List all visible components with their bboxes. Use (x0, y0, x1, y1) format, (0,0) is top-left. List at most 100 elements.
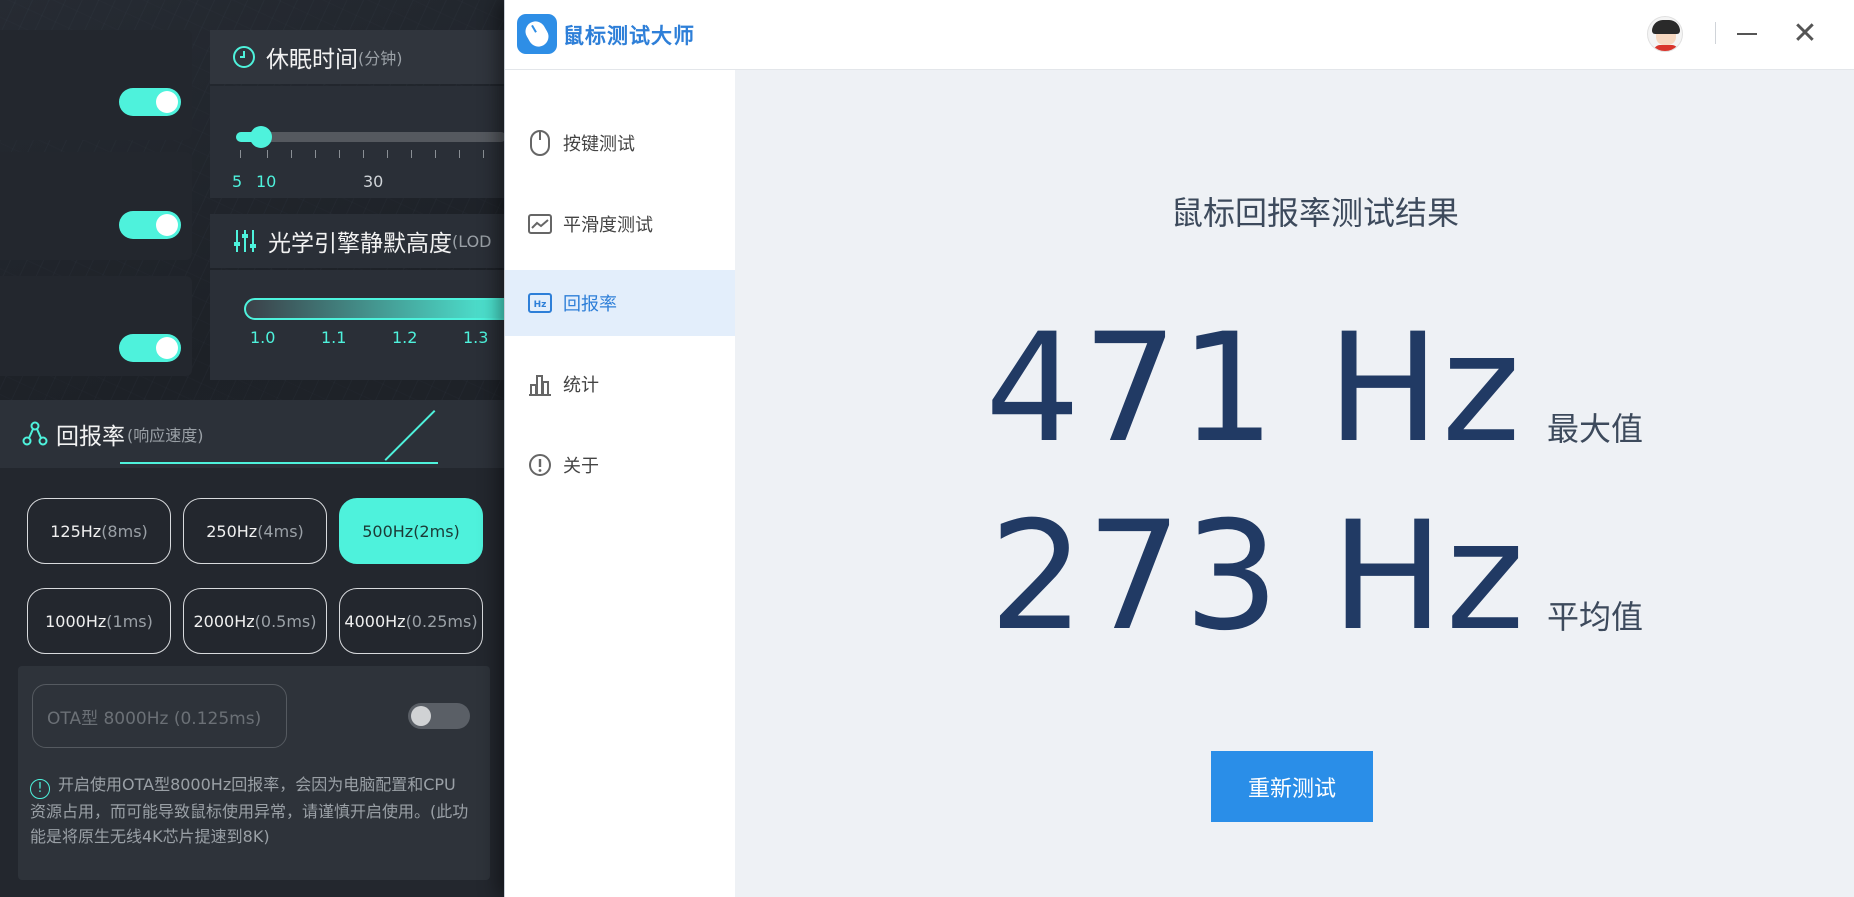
bar-chart-icon (527, 371, 553, 397)
setting-toggle-3[interactable] (119, 334, 181, 362)
tick (240, 150, 241, 158)
rate-button-4000[interactable]: 4000Hz (0.25ms) (339, 588, 483, 654)
rate-ms: (0.5ms) (254, 611, 317, 631)
close-icon: ✕ (1792, 16, 1818, 51)
header-underline (120, 462, 438, 464)
background-app: 休眠时间 (分钟) 5 10 30 光学引擎静默高度 (LOD 1.0 1.1 1.… (0, 0, 504, 897)
user-avatar[interactable] (1647, 16, 1683, 52)
toggle-knob (156, 214, 178, 236)
titlebar-divider (1715, 22, 1716, 44)
tick (291, 150, 292, 158)
sliders-icon (234, 230, 256, 252)
nav-item-about[interactable]: 关于 (505, 432, 735, 498)
share-nodes-icon (22, 421, 48, 446)
info-icon (527, 452, 553, 478)
nav-label: 平滑度测试 (563, 215, 653, 236)
sleep-time-header: 休眠时间 (分钟) (210, 30, 504, 84)
avatar-hair (1652, 20, 1680, 34)
lod-title: 光学引擎静默高度 (268, 231, 452, 257)
rate-hz: 250Hz (206, 521, 258, 541)
tick (339, 150, 340, 158)
minimize-button[interactable] (1727, 14, 1767, 54)
minimize-icon (1737, 33, 1757, 35)
toggle-knob (411, 706, 431, 726)
warning-icon: ! (30, 779, 50, 799)
app-logo-icon (517, 14, 557, 54)
sleep-time-unit: (分钟) (358, 49, 403, 68)
setting-card-2 (0, 152, 192, 260)
sleep-time-slider-handle[interactable] (250, 126, 272, 148)
avatar-shirt (1654, 45, 1678, 51)
rate-ms: (1ms) (106, 611, 153, 631)
lod-tick-label: 1.2 (392, 328, 418, 347)
sleep-tick-label: 10 (256, 172, 277, 191)
tick (435, 150, 436, 158)
polling-rate-title: 回报率 (56, 424, 125, 450)
toggle-knob (156, 337, 178, 359)
nav-item-statistics[interactable]: 统计 (505, 351, 735, 417)
toggle-knob (156, 91, 178, 113)
nav-label: 按键测试 (563, 134, 635, 155)
rate-button-250[interactable]: 250Hz (4ms) (183, 498, 327, 564)
result-title: 鼠标回报率测试结果 (1171, 194, 1460, 232)
rate-ms: (2ms) (413, 521, 460, 541)
hz-icon: Hz (527, 290, 553, 316)
ota-warning-text: 开启使用OTA型8000Hz回报率，会因为电脑配置和CPU资源占用，而可能导致鼠… (30, 775, 469, 846)
sidebar: 按键测试 平滑度测试 Hz 回报率 统计 关于 (505, 70, 735, 897)
nav-label: 回报率 (563, 294, 617, 315)
nav-item-smoothness-test[interactable]: 平滑度测试 (505, 191, 735, 257)
setting-toggle-1[interactable] (119, 88, 181, 116)
lod-tick-label: 1.3 (463, 328, 489, 347)
lod-header: 光学引擎静默高度 (LOD (210, 214, 504, 268)
mouse-logo-shape (521, 17, 553, 51)
mouse-icon (527, 130, 553, 156)
app-title: 鼠标测试大师 (563, 24, 695, 48)
ota-warning: ! 开启使用OTA型8000Hz回报率，会因为电脑配置和CPU资源占用，而可能导致… (30, 772, 470, 849)
tick (363, 150, 364, 158)
ota-toggle[interactable] (408, 703, 470, 729)
rate-button-1000[interactable]: 1000Hz (1ms) (27, 588, 171, 654)
rate-ms: (0.25ms) (405, 611, 478, 631)
rate-hz: 4000Hz (344, 611, 406, 631)
lod-slider[interactable] (244, 298, 504, 320)
retest-button[interactable]: 重新测试 (1211, 751, 1373, 822)
sleep-tick-label: 5 (232, 172, 243, 191)
nav-item-polling-rate[interactable]: Hz 回报率 (505, 270, 735, 336)
ota-8000hz-option[interactable]: OTA型 8000Hz (0.125ms) (32, 684, 287, 748)
setting-toggle-2[interactable] (119, 211, 181, 239)
sleep-tick-label: 30 (363, 172, 384, 191)
close-button[interactable]: ✕ (1785, 14, 1825, 54)
rate-hz: 500Hz (362, 521, 414, 541)
lod-panel (210, 270, 504, 380)
rate-ms: (4ms) (257, 521, 304, 541)
nav-item-button-test[interactable]: 按键测试 (505, 110, 735, 176)
avg-value: 273 Hz (989, 490, 1527, 664)
max-label: 最大值 (1547, 410, 1644, 448)
rate-hz: 1000Hz (45, 611, 107, 631)
rate-ms: (8ms) (101, 521, 148, 541)
tick (267, 150, 268, 158)
avg-label: 平均值 (1547, 598, 1644, 636)
lod-suffix: (LOD (452, 231, 492, 251)
tick (411, 150, 412, 158)
nav-label: 关于 (563, 456, 599, 477)
sleep-time-slider[interactable] (236, 132, 504, 142)
polling-rate-header: 回报率 (响应速度) (0, 400, 504, 468)
line-chart-icon (527, 211, 553, 237)
clock-icon (233, 46, 255, 68)
title-bar: 鼠标测试大师 ✕ (505, 0, 1854, 70)
rate-button-500[interactable]: 500Hz (2ms) (339, 498, 483, 564)
tick (459, 150, 460, 158)
max-value: 471 Hz (985, 302, 1523, 476)
nav-label: 统计 (563, 375, 599, 396)
tick (387, 150, 388, 158)
setting-card-1 (0, 30, 192, 140)
rate-hz: 2000Hz (193, 611, 255, 631)
rate-button-125[interactable]: 125Hz (8ms) (27, 498, 171, 564)
tick (315, 150, 316, 158)
polling-rate-subtitle: (响应速度) (127, 426, 204, 445)
rate-button-2000[interactable]: 2000Hz (0.5ms) (183, 588, 327, 654)
tick (483, 150, 484, 158)
mouse-test-window: 鼠标测试大师 ✕ 按键测试 平滑度测试 Hz 回报率 统计 关于 鼠标回报率测试… (504, 0, 1854, 897)
svg-text:Hz: Hz (534, 300, 547, 310)
